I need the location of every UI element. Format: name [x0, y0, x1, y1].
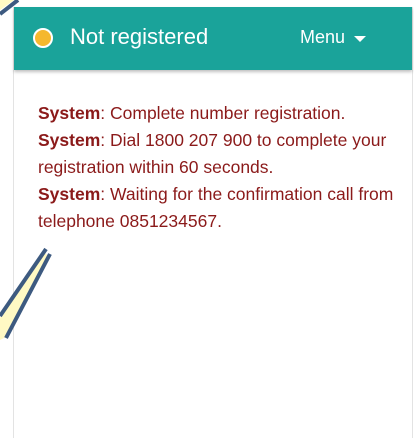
- message-separator: :: [100, 130, 110, 150]
- app-screen: Not registered Menu System: Complete num…: [0, 0, 414, 438]
- menu-label: Menu: [300, 27, 346, 47]
- message-sender: System: [38, 103, 101, 123]
- top-callout-shape: [0, 0, 14, 10]
- message-separator: :: [100, 103, 110, 123]
- caret-down-icon: [354, 35, 367, 42]
- app-header: Not registered Menu: [14, 7, 412, 70]
- registration-status-text: Not registered: [70, 24, 209, 49]
- message-sender: System: [38, 130, 101, 150]
- message-separator: :: [100, 184, 110, 204]
- log-message: System: Complete number registration.: [38, 100, 400, 127]
- menu-button[interactable]: Menu: [300, 27, 367, 48]
- log-message: System: Dial 1800 207 900 to complete yo…: [38, 127, 400, 181]
- message-text: Complete number registration.: [110, 103, 346, 123]
- message-log: System: Complete number registration. Sy…: [38, 100, 400, 235]
- message-sender: System: [38, 184, 101, 204]
- status-indicator-icon: [33, 28, 53, 48]
- log-message: System: Waiting for the confirmation cal…: [38, 181, 400, 235]
- registration-panel: Not registered Menu System: Complete num…: [13, 7, 413, 438]
